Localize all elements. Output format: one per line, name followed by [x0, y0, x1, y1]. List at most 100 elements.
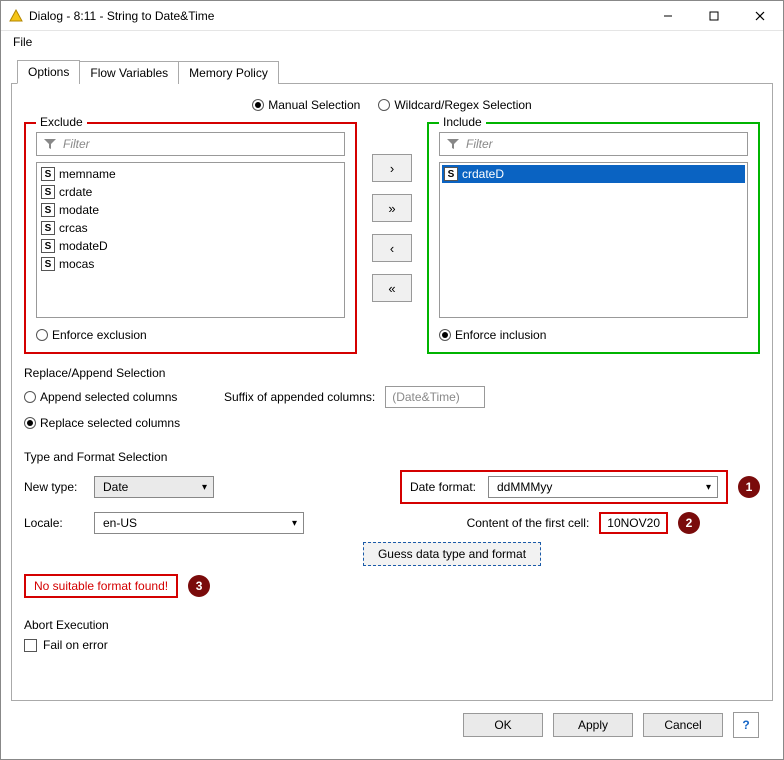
radio-enforce-inclusion[interactable]: Enforce inclusion [439, 328, 748, 342]
chevron-down-icon: ▾ [706, 482, 711, 493]
list-item-label: modateD [59, 239, 108, 253]
dialog-footer: OK Apply Cancel ? [11, 701, 773, 749]
radio-enforce-exclusion[interactable]: Enforce exclusion [36, 328, 345, 342]
close-button[interactable] [737, 1, 783, 30]
radio-manual-label: Manual Selection [268, 98, 360, 112]
list-item[interactable]: Smemname [39, 165, 342, 183]
error-message: No suitable format found! [24, 574, 178, 598]
tab-options[interactable]: Options [17, 60, 80, 84]
list-item-label: memname [59, 167, 116, 181]
type-format-legend: Type and Format Selection [24, 450, 760, 464]
radio-dot-icon [378, 99, 390, 111]
exclude-filter-input[interactable]: Filter [36, 132, 345, 156]
list-item[interactable]: Scrcas [39, 219, 342, 237]
first-cell-label: Content of the first cell: [467, 516, 590, 530]
include-panel: Include Filter ScrdateD Enforce inclusio… [427, 122, 760, 354]
string-type-icon: S [41, 167, 55, 181]
include-legend: Include [439, 115, 486, 129]
menubar: File [1, 31, 783, 53]
append-label: Append selected columns [40, 390, 177, 404]
ok-button[interactable]: OK [463, 713, 543, 737]
radio-wildcard-selection[interactable]: Wildcard/Regex Selection [378, 98, 531, 112]
checkbox-icon [24, 639, 37, 652]
radio-wildcard-label: Wildcard/Regex Selection [394, 98, 531, 112]
list-item[interactable]: Smodate [39, 201, 342, 219]
string-type-icon: S [41, 257, 55, 271]
suffix-label: Suffix of appended columns: [224, 390, 375, 404]
date-format-highlight: Date format: ddMMMyy ▾ [400, 470, 728, 504]
replace-label: Replace selected columns [40, 416, 180, 430]
tabstrip: Options Flow Variables Memory Policy [17, 59, 773, 83]
list-item-label: crcas [59, 221, 88, 235]
list-item[interactable]: SmodateD [39, 237, 342, 255]
string-type-icon: S [41, 185, 55, 199]
menu-file[interactable]: File [7, 33, 38, 51]
chevron-left-icon: ‹ [390, 241, 394, 256]
date-format-combo[interactable]: ddMMMyy ▾ [488, 476, 718, 498]
string-type-icon: S [444, 167, 458, 181]
move-right-button[interactable]: › [372, 154, 412, 182]
enforce-exclusion-label: Enforce exclusion [52, 328, 147, 342]
string-type-icon: S [41, 203, 55, 217]
new-type-combo[interactable]: Date ▾ [94, 476, 214, 498]
double-chevron-left-icon: « [388, 281, 395, 296]
string-type-icon: S [41, 221, 55, 235]
radio-append-columns[interactable]: Append selected columns [24, 390, 214, 404]
minimize-button[interactable] [645, 1, 691, 30]
app-icon [9, 9, 23, 23]
move-all-left-button[interactable]: « [372, 274, 412, 302]
radio-replace-columns[interactable]: Replace selected columns [24, 416, 180, 430]
type-format-section: Type and Format Selection New type: Date… [24, 450, 760, 606]
titlebar: Dialog - 8:11 - String to Date&Time [1, 1, 783, 31]
date-format-label: Date format: [410, 480, 476, 494]
selection-mode-row: Manual Selection Wildcard/Regex Selectio… [24, 98, 760, 112]
help-button[interactable]: ? [733, 712, 759, 738]
suffix-placeholder: (Date&Time) [392, 390, 460, 404]
list-item-label: modate [59, 203, 99, 217]
tab-memory-policy[interactable]: Memory Policy [178, 61, 279, 84]
content-area: Options Flow Variables Memory Policy Man… [1, 53, 783, 759]
list-item[interactable]: Smocas [39, 255, 342, 273]
include-filter-input[interactable]: Filter [439, 132, 748, 156]
window-controls [645, 1, 783, 30]
ok-label: OK [494, 718, 511, 732]
abort-section: Abort Execution Fail on error [24, 618, 760, 660]
fail-on-error-checkbox[interactable]: Fail on error [24, 638, 108, 652]
help-icon: ? [742, 718, 749, 732]
first-cell-value: 10NOV20 [599, 512, 668, 534]
window-title: Dialog - 8:11 - String to Date&Time [29, 9, 645, 23]
suffix-input[interactable]: (Date&Time) [385, 386, 485, 408]
move-buttons-column: › » ‹ « [367, 122, 417, 354]
locale-combo[interactable]: en-US ▾ [94, 512, 304, 534]
list-item[interactable]: ScrdateD [442, 165, 745, 183]
exclude-list[interactable]: Smemname Scrdate Smodate Scrcas SmodateD… [36, 162, 345, 318]
apply-label: Apply [578, 718, 608, 732]
list-item-label: crdateD [462, 167, 504, 181]
radio-dot-icon [439, 329, 451, 341]
radio-dot-icon [36, 329, 48, 341]
date-format-value: ddMMMyy [497, 480, 706, 494]
list-item-label: crdate [59, 185, 92, 199]
include-filter-placeholder: Filter [466, 137, 493, 151]
new-type-label: New type: [24, 480, 84, 494]
column-select-area: Exclude Filter Smemname Scrdate Smodate … [24, 122, 760, 354]
exclude-panel: Exclude Filter Smemname Scrdate Smodate … [24, 122, 357, 354]
list-item[interactable]: Scrdate [39, 183, 342, 201]
guess-format-label: Guess data type and format [378, 547, 526, 561]
chevron-right-icon: › [390, 161, 394, 176]
locale-value: en-US [103, 516, 292, 530]
annotation-2: 2 [678, 512, 700, 534]
replace-append-section: Replace/Append Selection Append selected… [24, 366, 760, 438]
chevron-down-icon: ▾ [292, 518, 297, 529]
tab-flow-variables[interactable]: Flow Variables [79, 61, 179, 84]
annotation-1: 1 [738, 476, 760, 498]
apply-button[interactable]: Apply [553, 713, 633, 737]
radio-manual-selection[interactable]: Manual Selection [252, 98, 360, 112]
include-list[interactable]: ScrdateD [439, 162, 748, 318]
replace-append-legend: Replace/Append Selection [24, 366, 760, 380]
maximize-button[interactable] [691, 1, 737, 30]
move-left-button[interactable]: ‹ [372, 234, 412, 262]
move-all-right-button[interactable]: » [372, 194, 412, 222]
guess-format-button[interactable]: Guess data type and format [363, 542, 541, 566]
cancel-button[interactable]: Cancel [643, 713, 723, 737]
